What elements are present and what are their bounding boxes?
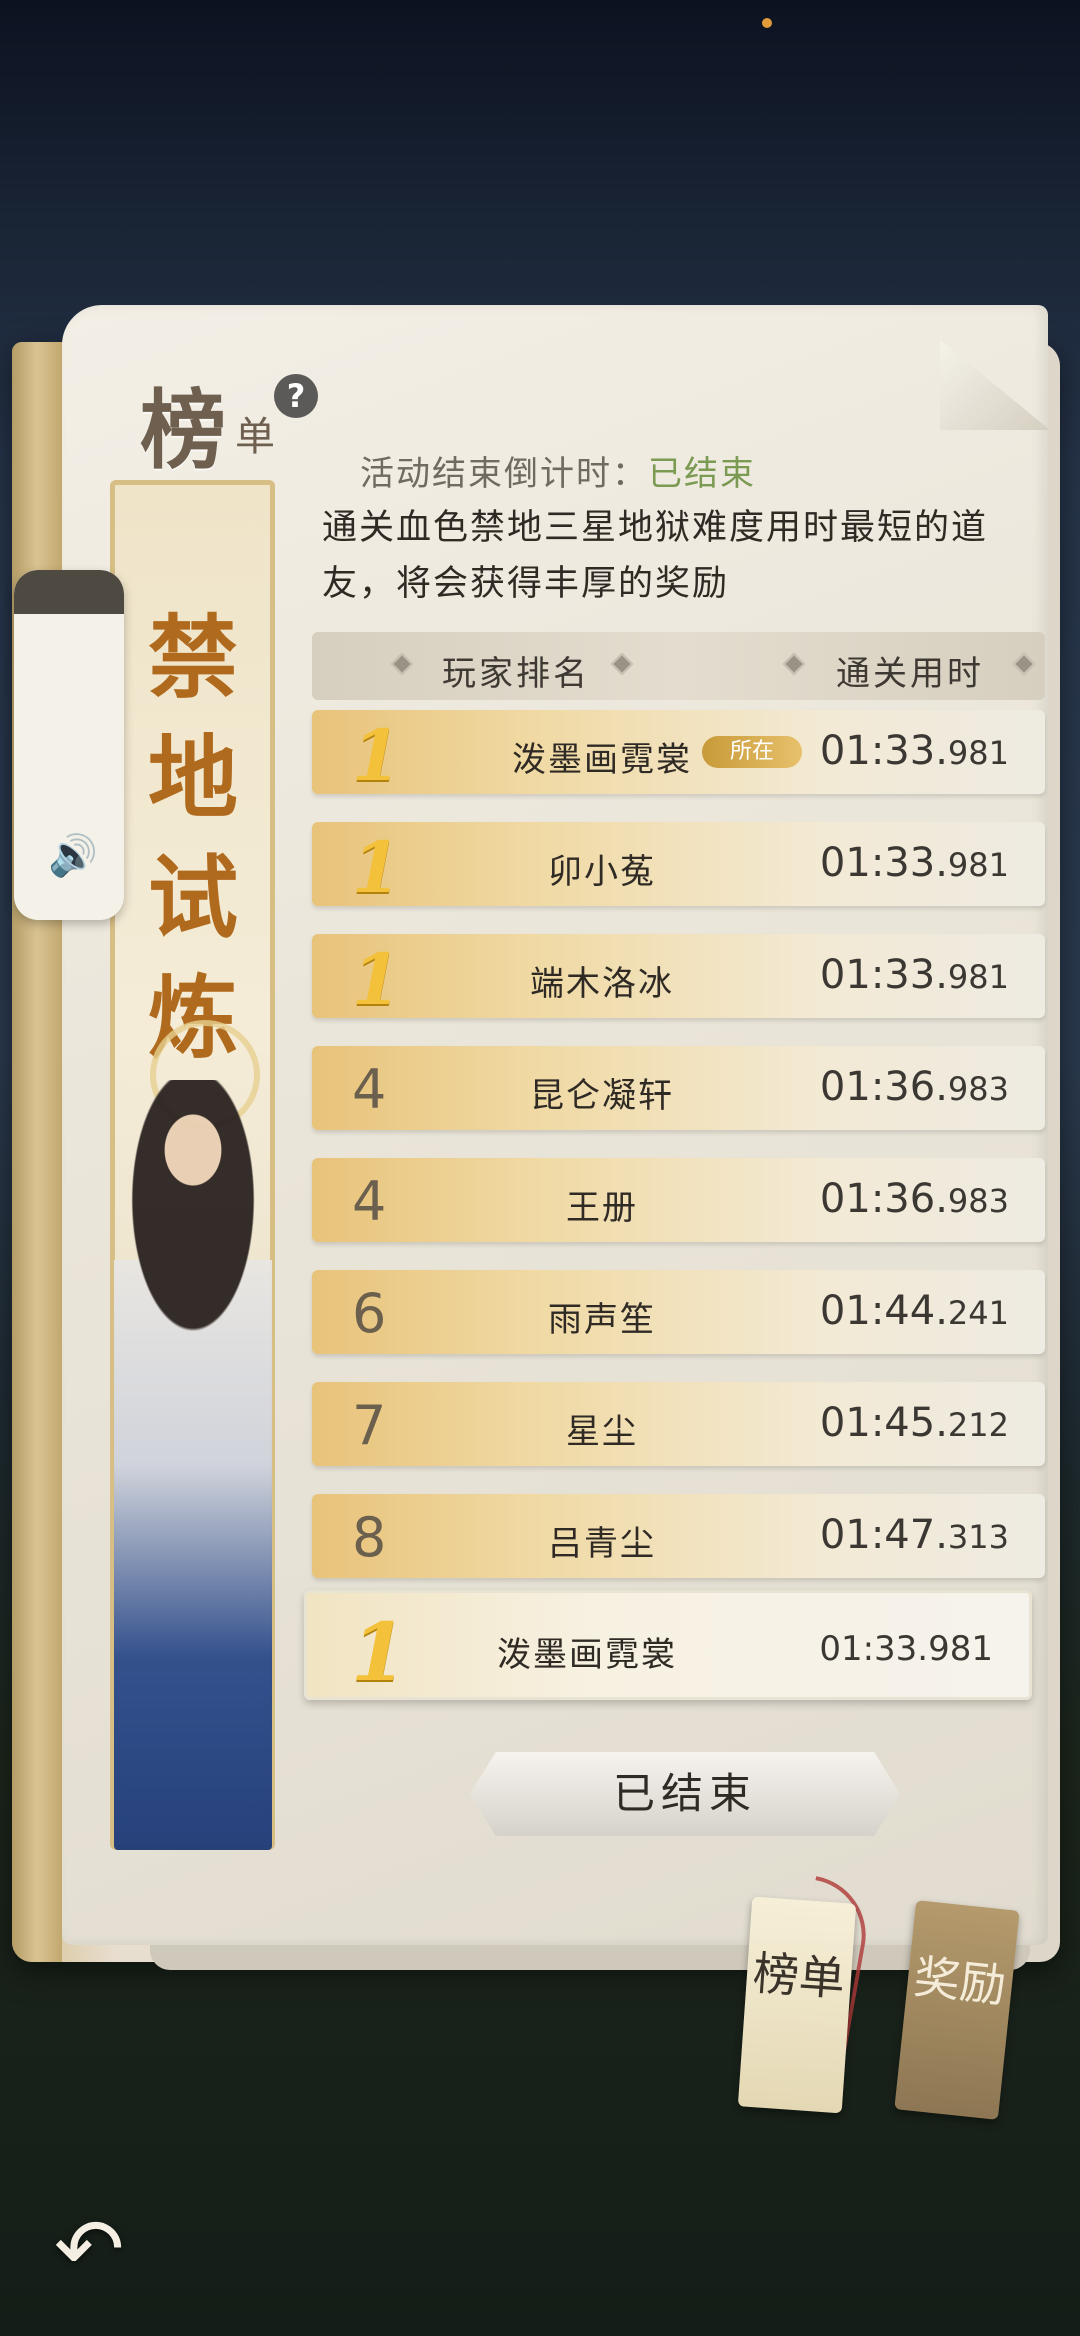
rank-number: 8 [352, 1506, 387, 1569]
status-dot [762, 18, 772, 28]
clear-time-main: 01:33. [819, 840, 948, 886]
volume-panel-header [14, 570, 124, 614]
table-row[interactable]: 7 星尘 01:45.212 [312, 1382, 1045, 1466]
countdown-value: 已结束 [648, 454, 756, 494]
tab-rankings[interactable]: 榜单 [737, 1896, 857, 2114]
help-icon[interactable]: ? [274, 374, 318, 418]
clear-time-ms: 212 [947, 1406, 1009, 1444]
page-title-sub: 单 [235, 414, 275, 460]
clear-time-main: 01:36. [819, 1064, 948, 1110]
player-name: 卯小菟 [548, 852, 656, 892]
clear-time-ms: 981 [947, 734, 1009, 772]
diamond-icon [610, 652, 634, 676]
clear-time-ms: 241 [947, 1294, 1009, 1332]
banner-char-3: 试 [148, 845, 238, 951]
table-row[interactable]: 1 端木洛冰 01:33.981 [312, 934, 1045, 1021]
clear-time-main: 01:45. [819, 1400, 948, 1446]
tab-rewards[interactable]: 奖励 [894, 1900, 1020, 2120]
rank-one-icon: 1 [352, 938, 401, 1021]
clear-time-main: 01:33. [819, 728, 948, 774]
my-record-row: 1 泼墨画霓裳 01:33.981 [304, 1590, 1032, 1700]
banner-char-1: 禁 [148, 605, 238, 711]
clear-time-main: 01:47. [819, 1512, 948, 1558]
clear-time-main: 01:44. [819, 1288, 948, 1334]
clear-time-ms: 983 [947, 1182, 1009, 1220]
event-description: 通关血色禁地三星地狱难度用时最短的道友，将会获得丰厚的奖励 [322, 508, 989, 604]
table-row[interactable]: 1 卯小菟 01:33.981 [312, 822, 1045, 909]
clear-time-ms: 313 [947, 1518, 1009, 1556]
rank-one-icon: 1 [352, 826, 401, 909]
ended-button[interactable]: 已结束 [470, 1752, 900, 1836]
character-illustration [114, 1080, 272, 1850]
clear-time: 01:36.983 [820, 1064, 1009, 1110]
clear-time-main: 01:33. [819, 952, 948, 998]
table-row[interactable]: 6 雨声笙 01:44.241 [312, 1270, 1045, 1354]
clear-time: 01:47.313 [820, 1512, 1009, 1558]
self-badge: 所在 [702, 736, 802, 768]
countdown-label: 活动结束倒计时： [360, 454, 648, 494]
table-row[interactable]: 4 王册 01:36.983 [312, 1158, 1045, 1242]
player-name: 王册 [566, 1188, 638, 1228]
clear-time: 01:44.241 [820, 1288, 1009, 1334]
diamond-icon [1012, 652, 1036, 676]
table-row[interactable]: 1 泼墨画霓裳 所在 01:33.981 [312, 710, 1045, 797]
banner-char-2: 地 [148, 725, 238, 831]
my-record-time: 01:33.981 [819, 1629, 993, 1669]
diamond-icon [390, 652, 414, 676]
player-name: 吕青尘 [548, 1524, 656, 1564]
countdown: 活动结束倒计时：已结束 [360, 446, 756, 495]
volume-panel[interactable]: 🔊 [14, 570, 124, 920]
col-rank-header: 玩家排名 [442, 654, 590, 694]
clear-time-ms: 981 [947, 846, 1009, 884]
my-record-name: 泼墨画霓裳 [497, 1635, 677, 1675]
rank-one-icon: 1 [352, 714, 401, 797]
rank-number: 4 [352, 1058, 387, 1121]
clear-time-main: 01:36. [819, 1176, 948, 1222]
clear-time-ms: 983 [947, 1070, 1009, 1108]
clear-time: 01:36.983 [820, 1176, 1009, 1222]
rank-number: 4 [352, 1170, 387, 1233]
diamond-icon [782, 652, 806, 676]
table-header: 玩家排名 通关用时 [312, 632, 1045, 700]
rank-one-icon: 1 [351, 1605, 407, 1699]
clear-time: 01:33.981 [820, 952, 1009, 998]
rank-number: 7 [352, 1394, 387, 1457]
page-title: 榜 [140, 380, 226, 481]
clear-time: 01:33.981 [820, 728, 1009, 774]
clear-time: 01:45.212 [820, 1400, 1009, 1446]
player-name: 雨声笙 [548, 1300, 656, 1340]
col-time-header: 通关用时 [836, 654, 984, 694]
back-icon[interactable]: ↶ [54, 2200, 124, 2298]
player-name: 星尘 [566, 1412, 638, 1452]
player-name: 端木洛冰 [530, 964, 674, 1004]
table-row[interactable]: 4 昆仑凝轩 01:36.983 [312, 1046, 1045, 1130]
rank-number: 6 [352, 1282, 387, 1345]
table-row[interactable]: 8 吕青尘 01:47.313 [312, 1494, 1045, 1578]
clear-time-ms: 981 [947, 958, 1009, 996]
player-name: 昆仑凝轩 [530, 1076, 674, 1116]
clear-time: 01:33.981 [820, 840, 1009, 886]
volume-icon[interactable]: 🔊 [48, 832, 98, 879]
